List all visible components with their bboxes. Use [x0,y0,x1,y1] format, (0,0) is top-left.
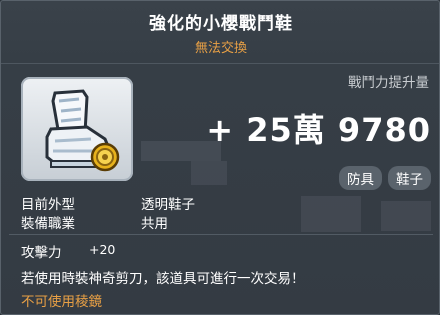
item-name: 強化的小櫻戰鬥鞋 [149,14,293,34]
combat-power-label: 戰鬥力提升量 [348,75,429,91]
item-tooltip: 強化的小櫻戰鬥鞋 無法交換 戰鬥力提升量 + 25萬 9780 防具 鞋子 目前… [0,0,440,315]
divider [1,63,439,64]
info-label: 目前外型 [21,197,75,213]
stat-label: 攻擊力 [21,245,62,261]
tag-shoes: 鞋子 [388,166,431,190]
item-description: 若使用時裝神奇剪刀，該道具可進行一次交易！ [21,271,305,287]
item-tags: 防具 鞋子 [339,166,431,190]
item-icon-frame [21,77,133,181]
divider [9,234,433,235]
info-value: 透明鞋子 [141,197,195,213]
combat-power-value: + 25萬 9780 [206,111,431,149]
stat-value: +20 [89,242,116,257]
trade-status: 無法交換 [194,41,247,56]
info-label: 裝備職業 [21,216,75,232]
item-warning: 不可使用稜鏡 [21,294,102,310]
tag-armor: 防具 [339,166,382,190]
info-value: 共用 [141,216,168,232]
boot-icon [45,89,120,172]
